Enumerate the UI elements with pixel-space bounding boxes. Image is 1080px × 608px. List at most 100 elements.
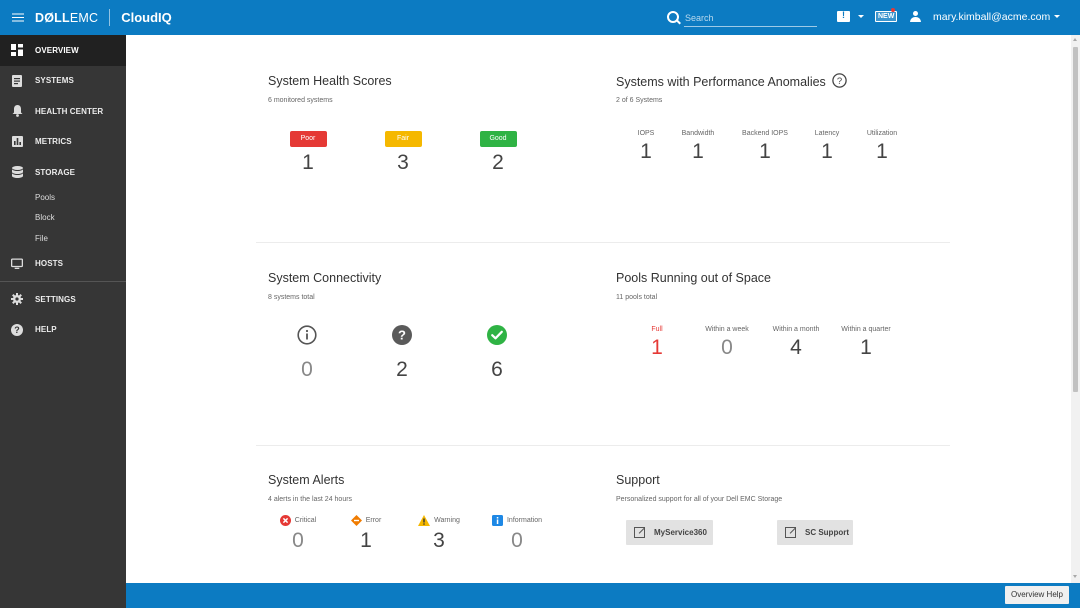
monitor-icon: [11, 258, 23, 270]
system-health-card: System Health Scores 6 monitored systems: [268, 74, 392, 104]
sidebar-item-health-center[interactable]: HEALTH CENTER: [0, 96, 126, 127]
metric-label: Backend IOPS: [742, 130, 788, 137]
sidebar-item-label: HOSTS: [35, 259, 64, 269]
connectivity-partial[interactable]: ? 2: [382, 325, 422, 382]
whats-new-badge[interactable]: NEW: [875, 11, 898, 22]
pools-within-month[interactable]: Within a month 4: [764, 326, 828, 360]
bar-chart-icon: [11, 136, 23, 148]
system-alerts-card: System Alerts 4 alerts in the last 24 ho…: [268, 473, 352, 503]
alert-critical[interactable]: Critical 0: [276, 515, 320, 553]
sc-support-button[interactable]: SC Support: [777, 520, 853, 545]
error-icon: [350, 515, 362, 526]
card-title[interactable]: Support: [616, 473, 782, 487]
sidebar-item-systems[interactable]: SYSTEMS: [0, 66, 126, 97]
anomaly-iops[interactable]: IOPS 1: [626, 130, 666, 164]
health-score-good[interactable]: Good 2: [478, 127, 518, 175]
metric-value: 1: [640, 140, 652, 163]
feedback-dropdown-icon[interactable]: [858, 15, 864, 18]
metric-value: 2: [396, 358, 408, 381]
metric-label: Full: [651, 326, 663, 333]
scrollbar-thumb[interactable]: [1073, 47, 1078, 392]
section-divider: [256, 242, 950, 243]
sidebar-subitem-pools[interactable]: Pools: [0, 188, 126, 208]
menu-icon[interactable]: [0, 0, 35, 35]
pools-out-of-space-card: Pools Running out of Space 11 pools tota…: [616, 271, 771, 301]
metric-value: 1: [860, 336, 872, 359]
sidebar-item-label: METRICS: [35, 137, 72, 147]
user-menu[interactable]: mary.kimball@acme.com: [933, 11, 1050, 23]
sidebar-item-settings[interactable]: SETTINGS: [0, 284, 126, 315]
sidebar-item-metrics[interactable]: METRICS: [0, 127, 126, 158]
card-title[interactable]: Systems with Performance Anomalies: [616, 75, 826, 89]
sidebar-divider: [0, 280, 126, 282]
metric-value: 2: [492, 151, 504, 174]
dashboard-icon: [11, 44, 23, 57]
feedback-icon[interactable]: [837, 10, 850, 22]
system-connectivity-card: System Connectivity 8 systems total: [268, 271, 381, 301]
metric-value: 0: [511, 529, 523, 552]
health-score-fair[interactable]: Fair 3: [383, 127, 423, 175]
sidebar-item-label: SETTINGS: [35, 294, 76, 304]
sidebar-item-label: HEALTH CENTER: [35, 106, 104, 116]
metric-value: 1: [651, 336, 663, 359]
card-title[interactable]: Pools Running out of Space: [616, 271, 771, 285]
metric-label: Warning: [434, 517, 460, 524]
sidebar-item-overview[interactable]: OVERVIEW: [0, 35, 126, 66]
connectivity-unknown[interactable]: 0: [287, 325, 327, 382]
alert-warning[interactable]: Warning 3: [414, 515, 464, 553]
scroll-down-icon[interactable]: [1073, 575, 1077, 578]
sidebar-item-label: SYSTEMS: [35, 76, 74, 86]
metric-value: 1: [876, 140, 888, 163]
scroll-up-icon[interactable]: [1073, 38, 1077, 41]
logo-divider: [109, 9, 111, 26]
pools-full[interactable]: Full 1: [637, 326, 677, 360]
overview-help-button[interactable]: Overview Help: [1004, 586, 1069, 604]
metric-value: 3: [397, 151, 409, 174]
anomaly-bandwidth[interactable]: Bandwidth 1: [672, 130, 724, 164]
metric-label: Error: [365, 517, 382, 524]
card-title[interactable]: System Health Scores: [268, 74, 392, 88]
metric-value: 6: [491, 358, 503, 381]
performance-anomalies-card: Systems with Performance Anomalies ? 2 o…: [616, 72, 847, 104]
metric-label: Information: [506, 517, 543, 524]
sidebar-item-label: OVERVIEW: [35, 45, 79, 55]
anomaly-backend-iops[interactable]: Backend IOPS 1: [734, 130, 796, 164]
pools-within-week[interactable]: Within a week 0: [696, 326, 758, 360]
metric-value: 3: [433, 529, 445, 552]
help-circle-icon[interactable]: ?: [832, 73, 847, 88]
gear-icon: [11, 293, 23, 306]
card-title[interactable]: System Connectivity: [268, 271, 381, 285]
alert-error[interactable]: Error 1: [346, 515, 386, 553]
alert-information[interactable]: Information 0: [484, 515, 550, 553]
status-badge: Fair: [384, 131, 422, 147]
sidebar-subitem-file[interactable]: File: [0, 228, 126, 248]
sidebar-item-storage[interactable]: STORAGE: [0, 157, 126, 188]
user-icon[interactable]: [910, 11, 921, 23]
metric-value: 1: [759, 140, 771, 163]
connectivity-connected[interactable]: 6: [477, 325, 517, 382]
search-icon[interactable]: [667, 11, 681, 25]
document-icon: [11, 74, 23, 87]
metric-label: Within a quarter: [841, 326, 891, 333]
button-label: SC Support: [805, 528, 849, 537]
anomaly-latency[interactable]: Latency 1: [806, 130, 848, 164]
card-title[interactable]: System Alerts: [268, 473, 352, 487]
user-dropdown-icon[interactable]: [1054, 15, 1060, 18]
sidebar-item-help[interactable]: ? HELP: [0, 314, 126, 345]
sidebar-subitem-block[interactable]: Block: [0, 208, 126, 228]
metric-label: Utilization: [866, 130, 898, 137]
search-input[interactable]: [684, 9, 817, 27]
svg-text:?: ?: [14, 325, 20, 335]
pools-within-quarter[interactable]: Within a quarter 1: [831, 326, 901, 360]
sidebar-item-hosts[interactable]: HOSTS: [0, 248, 126, 279]
card-subtitle: Personalized support for all of your Del…: [616, 496, 783, 503]
card-subtitle: 8 systems total: [268, 294, 315, 301]
anomaly-utilization[interactable]: Utilization 1: [857, 130, 907, 164]
svg-text:?: ?: [837, 76, 842, 87]
section-divider: [256, 445, 950, 446]
health-score-poor[interactable]: Poor 1: [288, 127, 328, 175]
svg-text:?: ?: [398, 328, 406, 343]
metric-value: 1: [821, 140, 833, 163]
info-outline-icon: [297, 325, 317, 345]
myservice360-button[interactable]: MyService360: [626, 520, 713, 545]
